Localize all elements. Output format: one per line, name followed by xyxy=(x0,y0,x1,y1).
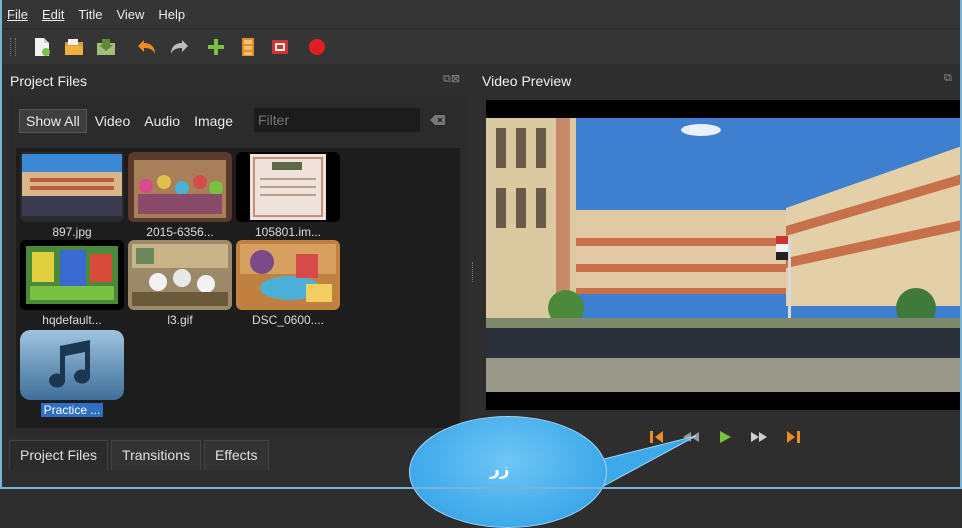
file-name: hqdefault... xyxy=(42,313,102,327)
file-name: DSC_0600.... xyxy=(251,313,325,327)
video-preview-title: Video Preview xyxy=(482,73,572,89)
play-icon[interactable] xyxy=(714,428,736,446)
panel-splitter[interactable] xyxy=(472,262,475,282)
filter-input[interactable] xyxy=(253,107,421,133)
file-name: 2015-6356... xyxy=(146,225,214,239)
fast-forward-icon[interactable] xyxy=(748,428,770,446)
menu-view[interactable]: View xyxy=(109,7,151,22)
file-item[interactable]: DSC_0600.... xyxy=(236,240,340,327)
file-item-selected[interactable]: Practice ... xyxy=(20,330,124,419)
bottom-tabs: Project Files Transitions Effects xyxy=(9,440,272,470)
open-project-icon[interactable] xyxy=(63,36,85,58)
file-name: l3.gif xyxy=(167,313,193,327)
menu-edit[interactable]: Edit xyxy=(35,7,71,22)
redo-icon[interactable] xyxy=(168,36,190,58)
file-thumbnail xyxy=(20,152,124,222)
file-name: Practice ... xyxy=(40,403,104,417)
export-video-icon[interactable] xyxy=(306,36,328,58)
file-name: 105801.im... xyxy=(254,225,322,239)
file-thumbnail xyxy=(20,240,124,310)
toolbar xyxy=(0,30,962,64)
audio-file-thumbnail xyxy=(20,330,124,400)
callout-text: زر xyxy=(490,460,510,480)
files-view: 897.jpg 2015-6356... 105801.im... hqdefa… xyxy=(16,148,460,428)
filter-audio-button[interactable]: Audio xyxy=(138,110,186,132)
jump-to-end-icon[interactable] xyxy=(782,428,804,446)
toolbar-grip[interactable] xyxy=(10,38,16,56)
project-files-title: Project Files xyxy=(10,73,88,89)
file-item[interactable]: 897.jpg xyxy=(20,152,124,239)
file-thumbnail xyxy=(236,240,340,310)
file-thumbnail xyxy=(128,240,232,310)
import-files-icon[interactable] xyxy=(205,36,227,58)
clear-filter-icon[interactable] xyxy=(430,113,446,125)
menu-help[interactable]: Help xyxy=(151,7,192,22)
filter-image-button[interactable]: Image xyxy=(188,110,239,132)
dock-float-close-icon[interactable]: ⧉⊠ xyxy=(443,72,460,86)
save-project-icon[interactable] xyxy=(95,36,117,58)
file-thumbnail xyxy=(128,152,232,222)
fullscreen-icon[interactable] xyxy=(269,36,291,58)
file-name: 897.jpg xyxy=(52,225,92,239)
file-thumbnail xyxy=(236,152,340,222)
menu-bar: File Edit Title View Help xyxy=(0,0,962,28)
undo-icon[interactable] xyxy=(136,36,158,58)
video-frame xyxy=(486,118,962,392)
filter-video-button[interactable]: Video xyxy=(89,110,137,132)
file-item[interactable]: 105801.im... xyxy=(236,152,340,239)
profile-icon[interactable] xyxy=(237,36,259,58)
filter-show-all-button[interactable]: Show All xyxy=(19,109,87,133)
file-item[interactable]: l3.gif xyxy=(128,240,232,327)
file-item[interactable]: hqdefault... xyxy=(20,240,124,327)
file-item[interactable]: 2015-6356... xyxy=(128,152,232,239)
dock-float-icon[interactable]: ⧉ xyxy=(944,72,952,85)
tab-effects[interactable]: Effects xyxy=(203,440,269,470)
tab-transitions[interactable]: Transitions xyxy=(111,440,201,470)
menu-title[interactable]: Title xyxy=(71,7,109,22)
tab-project-files[interactable]: Project Files xyxy=(9,440,109,470)
menu-file[interactable]: File xyxy=(0,7,35,22)
new-project-icon[interactable] xyxy=(31,36,53,58)
